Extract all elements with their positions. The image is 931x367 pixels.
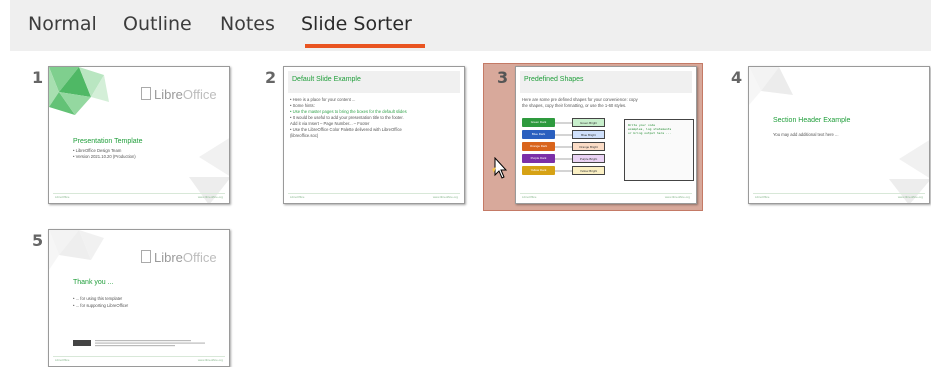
- slide-4-footer-line: [753, 193, 925, 194]
- slide-thumbnail-2[interactable]: Default Slide Example • Here is a place …: [283, 66, 465, 204]
- slide-1-bullet-2: • Version 2021.10.20 (Production): [73, 154, 136, 159]
- shape-orange-dark: Orange Dark: [522, 142, 555, 151]
- license-badge-icon: [73, 340, 205, 347]
- slide-1-footer-left: LibreOffice: [55, 195, 70, 199]
- shape-yellow-bright: Yellow Bright: [572, 166, 605, 175]
- mouse-cursor-icon: [492, 157, 508, 179]
- code-example-box: Write your code examples, log statements…: [624, 119, 694, 181]
- code-example-text: Write your code examples, log statements…: [628, 123, 672, 135]
- slide-thumbnail-5[interactable]: LibreOffice Thank you ... • ... for usin…: [48, 229, 230, 367]
- tab-slide-sorter[interactable]: Slide Sorter: [301, 13, 412, 35]
- shape-green-bright: Green Bright: [572, 118, 605, 127]
- slide-4-title: Section Header Example: [773, 117, 851, 124]
- slide-thumbnail-3[interactable]: Predefined Shapes Here are some pre defi…: [515, 66, 697, 204]
- slide-2-footer-right: www.libreoffice.org: [432, 195, 458, 199]
- slide-3-footer-right: www.libreoffice.org: [664, 195, 690, 199]
- shape-blue-bright: Blue Bright: [572, 130, 605, 139]
- slide-2-title: Default Slide Example: [292, 76, 361, 83]
- slide-number-3: 3: [497, 68, 509, 87]
- tab-outline[interactable]: Outline: [123, 13, 192, 35]
- slide-4-footer-right: www.libreoffice.org: [897, 195, 923, 199]
- slide-number-4: 4: [731, 68, 743, 87]
- slide-2-line-7: (libreoffice.soc): [290, 133, 319, 138]
- shape-yellow-dark: Yellow Dark: [522, 166, 555, 175]
- slide-1-footer-line: [53, 193, 225, 194]
- slide-3-footer-line: [520, 193, 692, 194]
- slide-number-2: 2: [265, 68, 277, 87]
- slide-thumbnail-1[interactable]: LibreOffice Presentation Template • Libr…: [48, 66, 230, 204]
- slide-1-footer-right: www.libreoffice.org: [197, 195, 223, 199]
- active-tab-indicator: [305, 44, 425, 48]
- tab-notes[interactable]: Notes: [220, 13, 275, 35]
- slide-4-footer-left: LibreOffice: [755, 195, 770, 199]
- libreoffice-logo-1: LibreOffice: [141, 87, 217, 102]
- shape-purple-bright: Purple Bright: [572, 154, 605, 163]
- view-tab-bar: Normal Outline Notes Slide Sorter: [10, 0, 931, 51]
- slide-2-footer-left: LibreOffice: [290, 195, 305, 199]
- shape-green-dark: Green Dark: [522, 118, 555, 127]
- slide-2-footer-line: [288, 193, 460, 194]
- slide-4-body: You may add additional text here ...: [773, 132, 839, 137]
- slide-5-footer-line: [53, 356, 225, 357]
- slide-3-footer-left: LibreOffice: [522, 195, 537, 199]
- slide-thumbnail-4[interactable]: Section Header Example You may add addit…: [748, 66, 930, 204]
- shape-purple-dark: Purple Dark: [522, 154, 555, 163]
- tab-normal[interactable]: Normal: [28, 13, 97, 35]
- slide-number-5: 5: [32, 231, 44, 250]
- shape-blue-dark: Blue Dark: [522, 130, 555, 139]
- slide-1-title: Presentation Template: [73, 138, 143, 145]
- slide-5-footer-right: www.libreoffice.org: [197, 358, 223, 362]
- slide-5-footer-left: LibreOffice: [55, 358, 70, 362]
- shape-orange-bright: Orange Bright: [572, 142, 605, 151]
- slide-number-1: 1: [32, 68, 44, 87]
